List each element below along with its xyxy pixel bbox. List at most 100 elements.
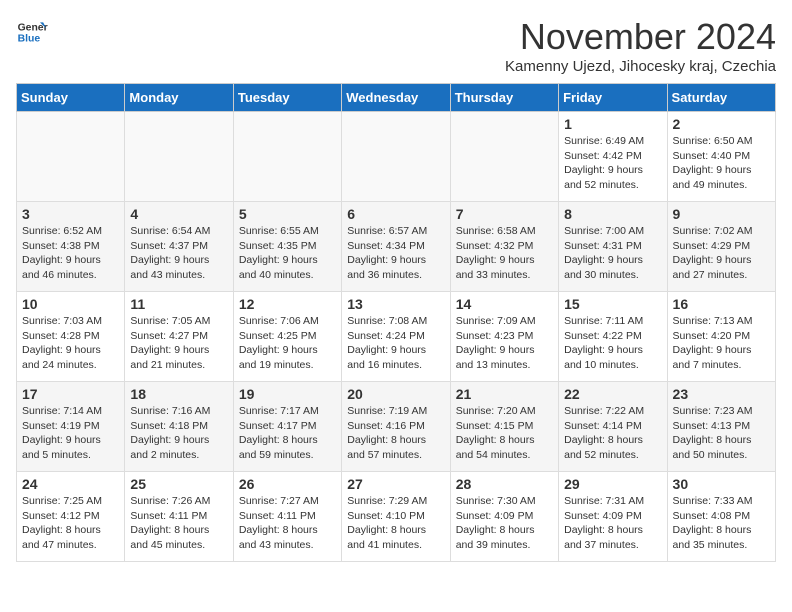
day-info: Sunrise: 7:11 AM Sunset: 4:22 PM Dayligh… bbox=[564, 314, 661, 373]
day-info: Sunrise: 7:05 AM Sunset: 4:27 PM Dayligh… bbox=[130, 314, 227, 373]
calendar-table: SundayMondayTuesdayWednesdayThursdayFrid… bbox=[16, 83, 776, 562]
day-number: 5 bbox=[239, 206, 336, 222]
week-row-1: 1 Sunrise: 6:49 AM Sunset: 4:42 PM Daylig… bbox=[17, 112, 776, 202]
day-number: 2 bbox=[673, 116, 770, 132]
day-number: 28 bbox=[456, 476, 553, 492]
day-info: Sunrise: 7:03 AM Sunset: 4:28 PM Dayligh… bbox=[22, 314, 119, 373]
day-number: 19 bbox=[239, 386, 336, 402]
calendar-cell: 15 Sunrise: 7:11 AM Sunset: 4:22 PM Dayli… bbox=[559, 292, 667, 382]
title-section: November 2024 Kamenny Ujezd, Jihocesky k… bbox=[505, 16, 776, 75]
day-number: 6 bbox=[347, 206, 444, 222]
day-number: 1 bbox=[564, 116, 661, 132]
calendar-cell bbox=[17, 112, 125, 202]
calendar-cell: 7 Sunrise: 6:58 AM Sunset: 4:32 PM Daylig… bbox=[450, 202, 558, 292]
calendar-header-row: SundayMondayTuesdayWednesdayThursdayFrid… bbox=[17, 84, 776, 112]
calendar-cell: 16Sunrise: 7:13 AM Sunset: 4:20 PM Dayli… bbox=[667, 292, 775, 382]
day-number: 29 bbox=[564, 476, 661, 492]
calendar-body: 1 Sunrise: 6:49 AM Sunset: 4:42 PM Daylig… bbox=[17, 112, 776, 562]
day-number: 14 bbox=[456, 296, 553, 312]
calendar-cell: 17Sunrise: 7:14 AM Sunset: 4:19 PM Dayli… bbox=[17, 382, 125, 472]
day-info: Sunrise: 7:14 AM Sunset: 4:19 PM Dayligh… bbox=[22, 404, 119, 463]
day-header-tuesday: Tuesday bbox=[233, 84, 341, 112]
day-info: Sunrise: 6:57 AM Sunset: 4:34 PM Dayligh… bbox=[347, 224, 444, 283]
calendar-cell: 4 Sunrise: 6:54 AM Sunset: 4:37 PM Daylig… bbox=[125, 202, 233, 292]
calendar-cell bbox=[342, 112, 450, 202]
day-header-saturday: Saturday bbox=[667, 84, 775, 112]
day-info: Sunrise: 7:23 AM Sunset: 4:13 PM Dayligh… bbox=[673, 404, 770, 463]
calendar-cell: 23 Sunrise: 7:23 AM Sunset: 4:13 PM Dayli… bbox=[667, 382, 775, 472]
calendar-cell: 8 Sunrise: 7:00 AM Sunset: 4:31 PM Daylig… bbox=[559, 202, 667, 292]
calendar-cell: 12 Sunrise: 7:06 AM Sunset: 4:25 PM Dayli… bbox=[233, 292, 341, 382]
calendar-cell: 6 Sunrise: 6:57 AM Sunset: 4:34 PM Daylig… bbox=[342, 202, 450, 292]
calendar-cell: 28 Sunrise: 7:30 AM Sunset: 4:09 PM Dayli… bbox=[450, 472, 558, 562]
day-info: Sunrise: 7:06 AM Sunset: 4:25 PM Dayligh… bbox=[239, 314, 336, 373]
calendar-cell: 30Sunrise: 7:33 AM Sunset: 4:08 PM Dayli… bbox=[667, 472, 775, 562]
day-info: Sunrise: 7:29 AM Sunset: 4:10 PM Dayligh… bbox=[347, 494, 444, 553]
day-number: 23 bbox=[673, 386, 770, 402]
day-number: 21 bbox=[456, 386, 553, 402]
day-info: Sunrise: 6:49 AM Sunset: 4:42 PM Dayligh… bbox=[564, 134, 661, 193]
day-info: Sunrise: 7:19 AM Sunset: 4:16 PM Dayligh… bbox=[347, 404, 444, 463]
calendar-cell bbox=[233, 112, 341, 202]
calendar-cell: 24Sunrise: 7:25 AM Sunset: 4:12 PM Dayli… bbox=[17, 472, 125, 562]
calendar-cell: 18 Sunrise: 7:16 AM Sunset: 4:18 PM Dayli… bbox=[125, 382, 233, 472]
day-number: 3 bbox=[22, 206, 119, 222]
day-header-sunday: Sunday bbox=[17, 84, 125, 112]
calendar-cell: 27 Sunrise: 7:29 AM Sunset: 4:10 PM Dayli… bbox=[342, 472, 450, 562]
day-number: 22 bbox=[564, 386, 661, 402]
day-number: 27 bbox=[347, 476, 444, 492]
calendar-cell: 11 Sunrise: 7:05 AM Sunset: 4:27 PM Dayli… bbox=[125, 292, 233, 382]
calendar-cell: 26 Sunrise: 7:27 AM Sunset: 4:11 PM Dayli… bbox=[233, 472, 341, 562]
day-info: Sunrise: 6:52 AM Sunset: 4:38 PM Dayligh… bbox=[22, 224, 119, 283]
day-info: Sunrise: 7:16 AM Sunset: 4:18 PM Dayligh… bbox=[130, 404, 227, 463]
day-info: Sunrise: 7:09 AM Sunset: 4:23 PM Dayligh… bbox=[456, 314, 553, 373]
calendar-cell: 25 Sunrise: 7:26 AM Sunset: 4:11 PM Dayli… bbox=[125, 472, 233, 562]
day-info: Sunrise: 7:33 AM Sunset: 4:08 PM Dayligh… bbox=[673, 494, 770, 553]
day-number: 9 bbox=[673, 206, 770, 222]
day-info: Sunrise: 7:02 AM Sunset: 4:29 PM Dayligh… bbox=[673, 224, 770, 283]
day-info: Sunrise: 7:27 AM Sunset: 4:11 PM Dayligh… bbox=[239, 494, 336, 553]
calendar-cell: 1 Sunrise: 6:49 AM Sunset: 4:42 PM Daylig… bbox=[559, 112, 667, 202]
day-header-thursday: Thursday bbox=[450, 84, 558, 112]
day-number: 13 bbox=[347, 296, 444, 312]
day-number: 15 bbox=[564, 296, 661, 312]
subtitle: Kamenny Ujezd, Jihocesky kraj, Czechia bbox=[505, 58, 776, 75]
header: General Blue November 2024 Kamenny Ujezd… bbox=[16, 16, 776, 75]
calendar-cell: 14 Sunrise: 7:09 AM Sunset: 4:23 PM Dayli… bbox=[450, 292, 558, 382]
day-header-wednesday: Wednesday bbox=[342, 84, 450, 112]
calendar-cell: 5 Sunrise: 6:55 AM Sunset: 4:35 PM Daylig… bbox=[233, 202, 341, 292]
calendar-cell: 20 Sunrise: 7:19 AM Sunset: 4:16 PM Dayli… bbox=[342, 382, 450, 472]
day-info: Sunrise: 6:54 AM Sunset: 4:37 PM Dayligh… bbox=[130, 224, 227, 283]
calendar-cell: 29Sunrise: 7:31 AM Sunset: 4:09 PM Dayli… bbox=[559, 472, 667, 562]
logo: General Blue bbox=[16, 16, 48, 48]
day-number: 20 bbox=[347, 386, 444, 402]
day-info: Sunrise: 7:30 AM Sunset: 4:09 PM Dayligh… bbox=[456, 494, 553, 553]
svg-text:Blue: Blue bbox=[18, 34, 41, 45]
day-info: Sunrise: 7:26 AM Sunset: 4:11 PM Dayligh… bbox=[130, 494, 227, 553]
day-info: Sunrise: 7:20 AM Sunset: 4:15 PM Dayligh… bbox=[456, 404, 553, 463]
day-info: Sunrise: 6:50 AM Sunset: 4:40 PM Dayligh… bbox=[673, 134, 770, 193]
day-number: 11 bbox=[130, 296, 227, 312]
day-number: 12 bbox=[239, 296, 336, 312]
day-info: Sunrise: 6:58 AM Sunset: 4:32 PM Dayligh… bbox=[456, 224, 553, 283]
day-number: 26 bbox=[239, 476, 336, 492]
calendar-cell: 9 Sunrise: 7:02 AM Sunset: 4:29 PM Daylig… bbox=[667, 202, 775, 292]
calendar-cell: 10Sunrise: 7:03 AM Sunset: 4:28 PM Dayli… bbox=[17, 292, 125, 382]
day-number: 18 bbox=[130, 386, 227, 402]
day-info: Sunrise: 7:08 AM Sunset: 4:24 PM Dayligh… bbox=[347, 314, 444, 373]
day-info: Sunrise: 7:17 AM Sunset: 4:17 PM Dayligh… bbox=[239, 404, 336, 463]
calendar-cell: 19 Sunrise: 7:17 AM Sunset: 4:17 PM Dayli… bbox=[233, 382, 341, 472]
calendar-cell: 13 Sunrise: 7:08 AM Sunset: 4:24 PM Dayli… bbox=[342, 292, 450, 382]
day-info: Sunrise: 7:00 AM Sunset: 4:31 PM Dayligh… bbox=[564, 224, 661, 283]
day-info: Sunrise: 6:55 AM Sunset: 4:35 PM Dayligh… bbox=[239, 224, 336, 283]
calendar-cell: 21 Sunrise: 7:20 AM Sunset: 4:15 PM Dayli… bbox=[450, 382, 558, 472]
day-number: 25 bbox=[130, 476, 227, 492]
day-number: 8 bbox=[564, 206, 661, 222]
day-number: 16 bbox=[673, 296, 770, 312]
day-number: 4 bbox=[130, 206, 227, 222]
day-number: 7 bbox=[456, 206, 553, 222]
day-info: Sunrise: 7:25 AM Sunset: 4:12 PM Dayligh… bbox=[22, 494, 119, 553]
day-header-monday: Monday bbox=[125, 84, 233, 112]
calendar-cell: 2 Sunrise: 6:50 AM Sunset: 4:40 PM Daylig… bbox=[667, 112, 775, 202]
calendar-cell bbox=[125, 112, 233, 202]
